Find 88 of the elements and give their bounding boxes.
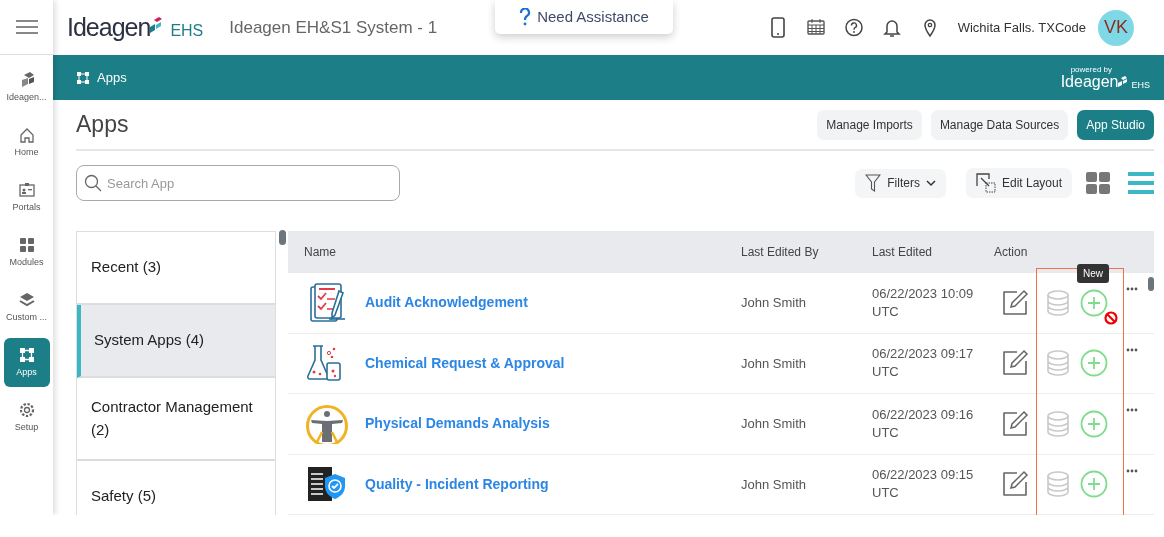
more-icon: [1126, 468, 1138, 473]
view-toggle[interactable]: [1086, 172, 1112, 194]
action-button[interactable]: Manage Imports: [817, 109, 922, 140]
edit-layout-button[interactable]: Edit Layout: [965, 168, 1072, 198]
database-icon: [1046, 471, 1070, 498]
plus-circle-icon: [1080, 288, 1108, 317]
rail-item[interactable]: Modules: [3, 228, 50, 277]
app-name-link[interactable]: Audit Acknowledgement: [365, 294, 528, 311]
layers-icon: [17, 290, 36, 309]
location-text[interactable]: Wichita Falls. TXCode: [957, 17, 1086, 38]
rail-item[interactable]: Apps: [3, 338, 50, 387]
table-cell-text: 06/22/2023 09:17 UTC: [872, 345, 975, 382]
breadcrumb-item[interactable]: Apps: [97, 67, 127, 88]
column-header: Name: [303, 244, 337, 262]
category-item[interactable]: System Apps (4): [77, 305, 275, 378]
rail-item[interactable]: Setup: [3, 393, 50, 442]
edit-icon: [1001, 470, 1029, 499]
table-cell-text: John Smith: [741, 354, 808, 373]
logo: Ideagen: [67, 11, 151, 43]
search-field[interactable]: Search App: [76, 165, 400, 201]
rail-item[interactable]: Home: [3, 118, 50, 167]
bell-icon: [881, 17, 902, 38]
table-cell-text: John Smith: [741, 294, 808, 313]
search-icon: [84, 174, 102, 192]
header-icon-button[interactable]: [881, 17, 902, 38]
table-cell-text: 06/22/2023 09:16 UTC: [872, 405, 975, 442]
action-button[interactable]: Manage Data Sources: [930, 109, 1069, 140]
filters-button[interactable]: Filters: [855, 168, 946, 198]
brand-name: Ideagen: [1060, 73, 1119, 90]
menu-button[interactable]: [15, 19, 38, 35]
help-icon: [519, 8, 532, 26]
grid-icon: [17, 235, 36, 254]
database-icon: [1046, 410, 1070, 437]
header-icon-button[interactable]: [805, 17, 826, 38]
view-toggle[interactable]: [1128, 172, 1154, 194]
plus-circle-icon: [1080, 409, 1108, 438]
layout-edit-icon: [975, 173, 996, 193]
header-icon-button[interactable]: [843, 17, 864, 38]
calendar-icon: [805, 17, 826, 38]
more-icon: [1126, 408, 1138, 413]
more-icon: [1126, 347, 1138, 352]
rail-item[interactable]: Custom ...: [3, 283, 50, 332]
logo-mark-icon: [1118, 75, 1128, 90]
id-card-icon: [17, 180, 36, 199]
scrollbar[interactable]: [1148, 277, 1154, 291]
filter-icon: [865, 174, 882, 192]
table-cell-text: John Smith: [741, 475, 808, 494]
plus-circle-icon: [1080, 470, 1108, 499]
action-button[interactable]: App Studio: [1077, 109, 1154, 140]
app-name-link[interactable]: Physical Demands Analysis: [365, 415, 550, 432]
help-icon: [843, 17, 864, 38]
chevron-down-icon: [925, 179, 936, 187]
logo-suffix: EHS: [170, 20, 204, 41]
scrollbar[interactable]: [278, 230, 286, 245]
edit-icon: [1001, 349, 1029, 378]
list-view-icon: [1128, 172, 1154, 194]
more-button[interactable]: [1126, 287, 1138, 292]
page-title: Apps: [76, 110, 129, 139]
edit-icon: [1001, 288, 1029, 317]
column-header: Last Edited: [872, 244, 934, 262]
brand-suffix: EHS: [1131, 80, 1150, 90]
database-icon: [1046, 289, 1070, 316]
more-icon: [1126, 287, 1138, 292]
user-avatar[interactable]: VK: [1098, 9, 1134, 46]
powered-by-text: powered by: [1070, 65, 1112, 74]
rail-item[interactable]: Portals: [3, 173, 50, 222]
table-cell-text: John Smith: [741, 415, 808, 434]
more-button[interactable]: [1126, 408, 1138, 413]
grid-view-icon: [1086, 172, 1112, 194]
edit-icon: [1001, 409, 1029, 438]
column-header: Action: [994, 244, 1029, 262]
app-name-link[interactable]: Chemical Request & Approval: [365, 354, 565, 371]
table-cell-text: 06/22/2023 09:15 UTC: [872, 466, 975, 503]
app-name-link[interactable]: Quality - Incident Reporting: [365, 475, 549, 492]
human-figure-icon: [304, 403, 349, 444]
assistance-button[interactable]: Need Assistance: [495, 0, 673, 34]
gear-icon: [17, 400, 36, 419]
database-icon: [1046, 350, 1070, 377]
menu-icon: [15, 19, 38, 35]
rail-item[interactable]: Ideagen...: [3, 63, 50, 112]
apps-icon: [77, 71, 89, 84]
plus-circle-icon: [1080, 349, 1108, 378]
more-button[interactable]: [1126, 347, 1138, 352]
column-header: Last Edited By: [741, 244, 820, 262]
table-cell-text: 06/22/2023 10:09 UTC: [872, 284, 975, 321]
more-button[interactable]: [1126, 468, 1138, 473]
system-title: Ideagen EH&S1 System - 1: [229, 16, 438, 39]
apps-icon: [17, 345, 36, 364]
